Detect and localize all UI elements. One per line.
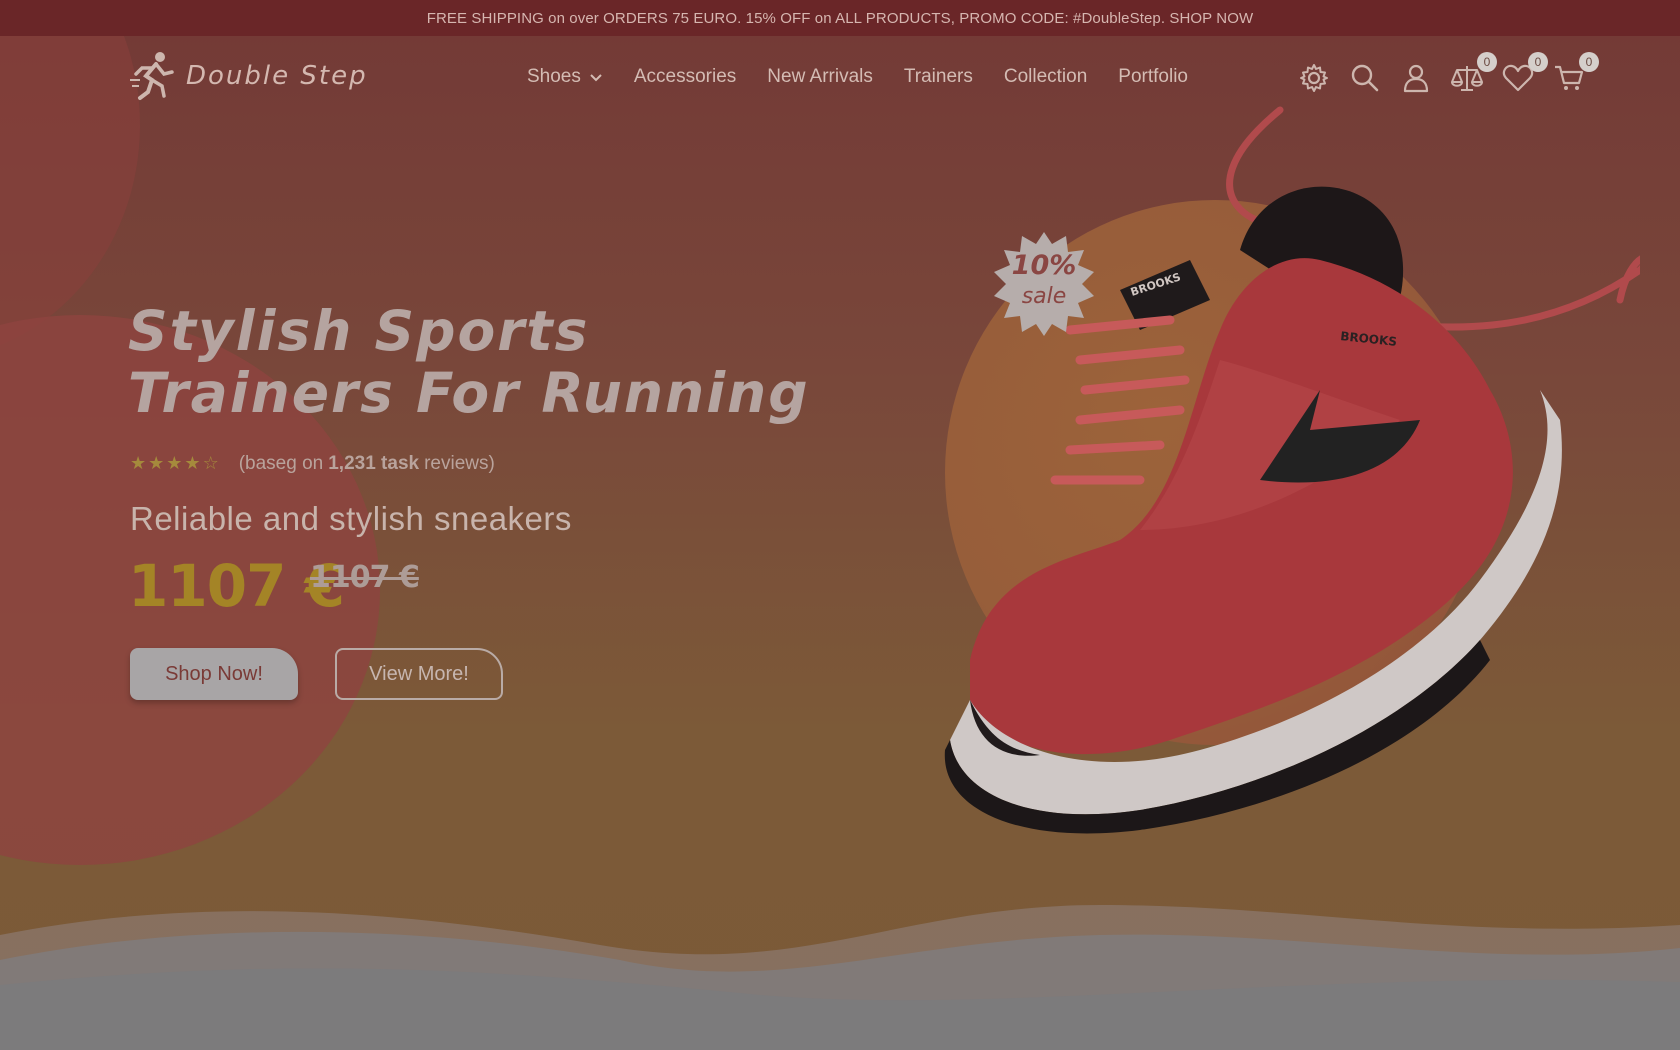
account-button[interactable] xyxy=(1398,60,1434,96)
star-empty-icon: ☆ xyxy=(202,453,219,474)
main-nav: Shoes Accessories New Arrivals Trainers … xyxy=(527,66,1219,88)
nav-item-collection[interactable]: Collection xyxy=(1004,66,1087,88)
search-icon xyxy=(1351,64,1379,92)
hero-title-line1: Stylish Sports xyxy=(128,299,590,363)
review-count[interactable]: (baseg on 1,231 task reviews) xyxy=(239,453,495,475)
promo-text[interactable]: FREE SHIPPING on over ORDERS 75 EURO. 15… xyxy=(427,10,1254,27)
view-more-button[interactable]: View More! xyxy=(335,648,503,700)
nav-item-accessories[interactable]: Accessories xyxy=(634,66,736,88)
brand-logo[interactable]: Double Step xyxy=(128,50,368,102)
nav-item-label: Accessories xyxy=(633,66,737,87)
hero-title: Stylish Sports Trainers For Running xyxy=(128,300,810,424)
brand-name: Double Step xyxy=(186,61,368,91)
nav-item-label: New Arrivals xyxy=(767,66,873,87)
nav-item-portfolio[interactable]: Portfolio xyxy=(1118,66,1188,88)
cart-button[interactable]: 0 xyxy=(1551,52,1599,96)
wishlist-count-badge: 0 xyxy=(1528,52,1548,72)
runner-icon xyxy=(130,52,174,100)
cart-count-badge: 0 xyxy=(1579,52,1599,72)
shop-now-button[interactable]: Shop Now! xyxy=(130,648,298,700)
product-shoe-image: BROOKS BROOKS xyxy=(944,106,1640,834)
chevron-down-icon xyxy=(590,74,602,82)
nav-item-label: Trainers xyxy=(903,66,973,87)
gear-icon xyxy=(1300,64,1328,92)
sale-badge-percent: 10% xyxy=(1011,250,1077,281)
nav-item-label: Portfolio xyxy=(1118,66,1188,87)
wishlist-button[interactable]: 0 xyxy=(1500,52,1548,96)
hero-subtitle: Reliable and stylish sneakers xyxy=(130,500,572,537)
compare-count-badge: 0 xyxy=(1477,52,1497,72)
nav-item-shoes[interactable]: Shoes xyxy=(527,66,603,88)
decor-circle-top xyxy=(0,0,140,360)
settings-button[interactable] xyxy=(1296,60,1332,96)
compare-button[interactable]: 0 xyxy=(1449,52,1497,96)
search-button[interactable] xyxy=(1347,60,1383,96)
sale-badge-word: sale xyxy=(1021,284,1067,309)
review-suffix: reviews) xyxy=(424,453,495,474)
nav-item-label: Collection xyxy=(1003,66,1088,87)
review-prefix: (baseg on xyxy=(238,453,324,474)
promo-bar: FREE SHIPPING on over ORDERS 75 EURO. 15… xyxy=(0,0,1680,36)
nav-item-label: Shoes xyxy=(527,66,581,87)
star-filled-icon: ★ xyxy=(166,453,183,474)
nav-item-new-arrivals[interactable]: New Arrivals xyxy=(767,66,873,88)
rating-stars: ★ ★ ★ ★ ☆ xyxy=(130,455,219,473)
product-rating: ★ ★ ★ ★ ☆ (baseg on 1,231 task reviews) xyxy=(130,453,495,475)
decor-waves xyxy=(0,905,1680,1050)
header-icons: 0 0 0 xyxy=(1296,52,1602,96)
star-filled-icon: ★ xyxy=(184,453,201,474)
nav-item-trainers[interactable]: Trainers xyxy=(904,66,973,88)
review-count-value: 1,231 task xyxy=(328,453,420,474)
old-price: 1107 € xyxy=(310,560,420,595)
page: FREE SHIPPING on over ORDERS 75 EURO. 15… xyxy=(0,0,1680,1050)
star-filled-icon: ★ xyxy=(130,453,147,474)
hero-title-line2: Trainers For Running xyxy=(128,361,810,425)
user-icon xyxy=(1403,64,1429,93)
star-filled-icon: ★ xyxy=(148,453,165,474)
